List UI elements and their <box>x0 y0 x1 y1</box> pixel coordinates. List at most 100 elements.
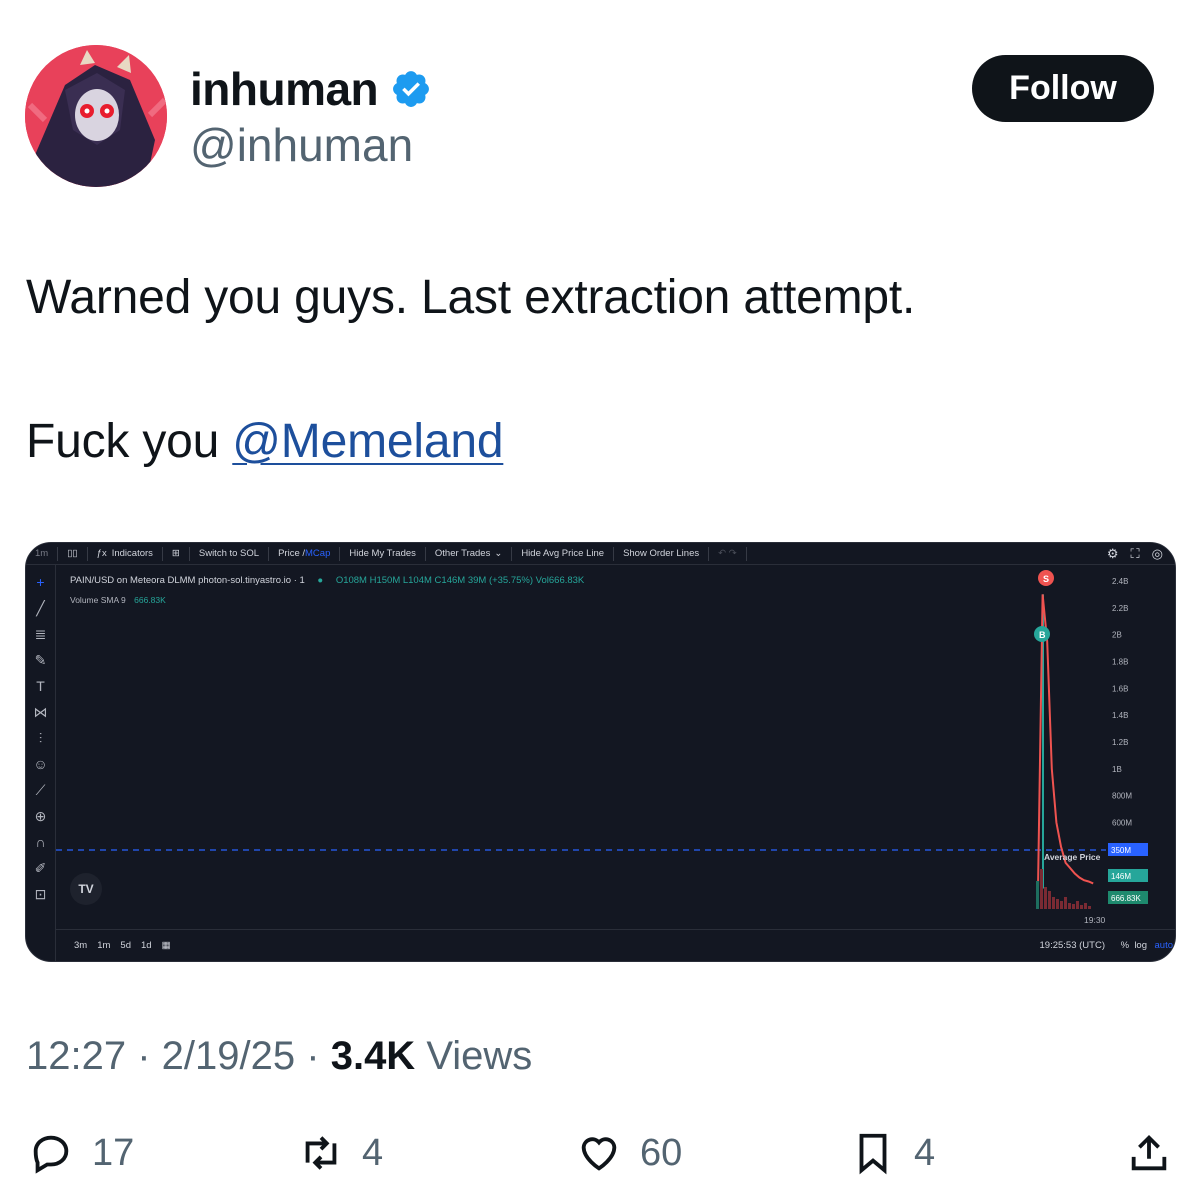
y-tick-label: 1.2B <box>1112 738 1128 747</box>
emoji-icon[interactable]: ☺ <box>31 755 51 773</box>
ruler-icon[interactable]: ⟋ <box>31 781 51 799</box>
toolbar-layout-icon[interactable]: ⊞ <box>163 546 190 561</box>
timeframe-1m[interactable]: 1m <box>97 940 110 951</box>
tweet-time[interactable]: 12:27 <box>26 1034 126 1078</box>
camera-icon[interactable]: ◎ <box>1152 546 1163 562</box>
verified-badge-icon <box>393 71 430 107</box>
volume-bar <box>1040 869 1043 909</box>
measure-icon[interactable]: ⫶ <box>31 729 51 747</box>
calendar-icon[interactable]: ▦ <box>162 940 171 951</box>
last-price-tag: 146M <box>1111 872 1131 881</box>
average-price-label: Average Price <box>1044 852 1101 862</box>
reply-button[interactable]: 17 <box>28 1130 134 1176</box>
fullscreen-icon[interactable]: ⛶ <box>1131 546 1140 562</box>
pencil-lock-icon[interactable]: ✐ <box>31 859 51 877</box>
volume-bar <box>1044 887 1047 909</box>
other-trades-label: Other Trades <box>434 548 491 559</box>
timeframe-5d[interactable]: 5d <box>120 940 131 951</box>
author-name[interactable]: inhuman <box>190 62 379 116</box>
action-bar: 17 4 60 4 <box>0 1130 1200 1190</box>
meta-dot: · <box>137 1034 162 1078</box>
ohlc-values: O108M H150M L104M C146M 39M (+35.75%) Vo… <box>335 575 585 586</box>
crosshair-icon[interactable]: + <box>31 573 51 591</box>
volume-bar <box>1036 881 1039 909</box>
chart-bottom-bar: 3m 1m 5d 1d ▦ 19:25:53 (UTC) % log auto <box>56 929 1175 961</box>
avg-price-tag: 350M <box>1111 846 1131 855</box>
y-tick-label: 2.4B <box>1112 577 1128 586</box>
timeframe-3m[interactable]: 3m <box>74 940 87 951</box>
bookmark-icon <box>859 1133 887 1175</box>
toolbar-candles-icon[interactable]: ▯▯ <box>58 546 88 561</box>
views-count: 3.4K <box>330 1034 416 1078</box>
tweet-text-line-1: Warned you guys. Last extraction attempt… <box>26 271 916 324</box>
live-dot-icon: ● <box>317 575 324 586</box>
fib-icon[interactable]: ≣ <box>31 625 51 643</box>
trend-line-icon[interactable]: ╱ <box>31 599 51 617</box>
author-handle[interactable]: @inhuman <box>190 118 413 172</box>
bookmark-count: 4 <box>914 1131 936 1174</box>
volume-bar <box>1072 904 1075 909</box>
views-label: Views <box>426 1034 533 1078</box>
log-toggle[interactable]: log <box>1134 940 1147 951</box>
chart-legend: PAIN/USD on Meteora DLMM photon-sol.tiny… <box>70 575 584 586</box>
mention-link[interactable]: @Memeland <box>232 415 503 468</box>
brush-icon[interactable]: ✎ <box>31 651 51 669</box>
zoom-icon[interactable]: ⊕ <box>31 807 51 825</box>
volume-tag: 666.83K <box>1111 894 1141 903</box>
volume-bar <box>1080 905 1083 909</box>
volume-label: Volume SMA 9 <box>70 595 126 605</box>
toolbar-other-trades[interactable]: Other Trades ⌄ <box>426 546 513 561</box>
share-icon <box>1131 1134 1167 1171</box>
tweet-meta: 12:27 · 2/19/25 · 3.4K Views <box>26 1034 532 1079</box>
timeframe-1d[interactable]: 1d <box>141 940 152 951</box>
auto-toggle[interactable]: auto <box>1155 940 1174 951</box>
follow-button[interactable]: Follow <box>972 55 1154 122</box>
y-tick-label: 2.2B <box>1112 604 1128 613</box>
meta-dot: · <box>306 1034 331 1078</box>
volume-bar <box>1084 903 1087 909</box>
x-tick-label: 19:30 <box>1084 915 1106 925</box>
sell-marker-label: S <box>1043 574 1049 584</box>
utc-clock[interactable]: 19:25:53 (UTC) <box>1040 940 1105 951</box>
y-tick-label: 2B <box>1112 631 1122 640</box>
y-tick-label: 1.4B <box>1112 711 1128 720</box>
y-tick-label: 1.8B <box>1112 658 1128 667</box>
heart-icon <box>581 1137 617 1171</box>
percent-toggle[interactable]: % <box>1121 940 1129 951</box>
toolbar-show-order[interactable]: Show Order Lines <box>614 546 710 561</box>
tweet-text-prefix: Fuck you <box>26 415 233 468</box>
toolbar-interval[interactable]: 1m <box>26 546 59 561</box>
toolbar-hide-avg[interactable]: Hide Avg Price Line <box>512 546 615 561</box>
pattern-icon[interactable]: ⋈ <box>31 703 51 721</box>
bookmark-button[interactable]: 4 <box>850 1130 935 1176</box>
volume-legend: Volume SMA 9 666.83K <box>70 595 166 605</box>
volume-bar <box>1088 906 1091 909</box>
magnet-icon[interactable]: ∩ <box>31 833 51 851</box>
undo-redo-icon[interactable]: ↶ ↷ <box>709 546 747 561</box>
avatar[interactable] <box>25 45 167 187</box>
mcap-label: MCap <box>305 548 331 559</box>
share-button[interactable] <box>1126 1130 1172 1176</box>
lock-icon[interactable]: ⊡ <box>31 885 51 903</box>
price-label: Price / <box>278 548 306 559</box>
volume-bar <box>1052 897 1055 909</box>
volume-bar <box>1060 901 1063 909</box>
like-button[interactable]: 60 <box>576 1130 682 1176</box>
toolbar-switch-sol[interactable]: Switch to SOL <box>190 546 270 561</box>
toolbar-price-mcap[interactable]: Price / MCap <box>269 546 341 561</box>
toolbar-indicators[interactable]: ƒx Indicators <box>88 546 163 561</box>
text-tool-icon[interactable]: T <box>31 677 51 695</box>
chevron-down-icon: ⌄ <box>494 548 503 559</box>
settings-gear-icon[interactable]: ⚙ <box>1107 546 1119 562</box>
volume-bar <box>1064 897 1067 909</box>
symbol-label: PAIN/USD on Meteora DLMM photon-sol.tiny… <box>70 575 305 586</box>
chart-toolbar: 1m ▯▯ ƒx Indicators ⊞ Switch to SOL Price… <box>26 543 1175 565</box>
tweet-media-chart[interactable]: 2.4B2.2B2B1.8B1.6B1.4B1.2B1B800M600M400M… <box>25 542 1176 962</box>
repost-button[interactable]: 4 <box>298 1130 383 1176</box>
tweet-date[interactable]: 2/19/25 <box>162 1034 295 1078</box>
toolbar-hide-trades[interactable]: Hide My Trades <box>340 546 426 561</box>
buy-marker-label: B <box>1039 630 1046 640</box>
volume-bar <box>1048 891 1051 909</box>
scale-options: % log <box>1121 940 1147 951</box>
drawing-toolbar: + ╱ ≣ ✎ T ⋈ ⫶ ☺ ⟋ ⊕ ∩ ✐ ⊡ <box>26 565 56 961</box>
